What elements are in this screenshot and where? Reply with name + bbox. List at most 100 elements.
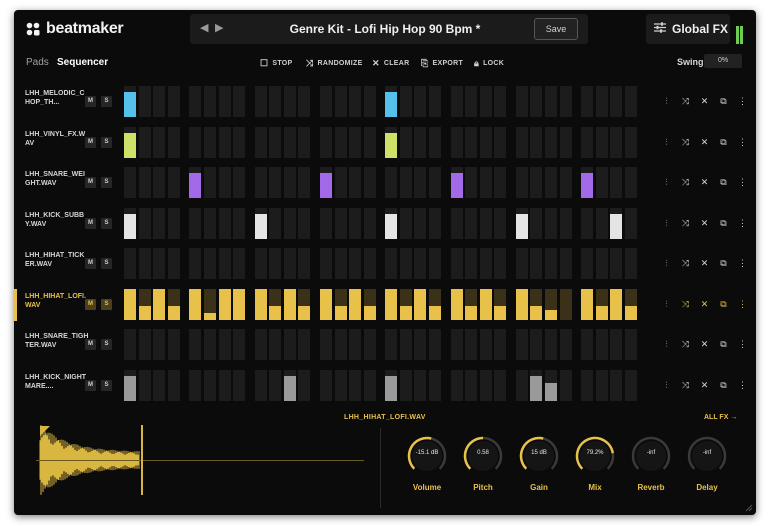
sequencer-step[interactable] [465,86,478,117]
sequencer-step[interactable] [559,248,572,279]
sequencer-step[interactable] [218,248,231,279]
close-icon[interactable]: ✕ [695,137,714,148]
sequencer-step[interactable] [624,207,637,239]
sequencer-step[interactable] [218,288,231,320]
bars-icon[interactable]: ⫶ [657,177,676,188]
sequencer-step[interactable] [479,126,492,158]
more-icon[interactable]: ⋮ [733,96,752,107]
sequencer-step[interactable] [363,329,376,360]
sequencer-step[interactable] [450,329,463,360]
sequencer-step[interactable] [545,288,557,320]
sequencer-step[interactable] [479,86,492,117]
global-fx-button[interactable]: Global FX [646,14,730,44]
sequencer-step[interactable] [385,329,398,360]
sequencer-step[interactable] [269,126,282,158]
mute-button[interactable]: M [85,379,96,391]
track-name[interactable]: LHH_MELODIC_CHOP_TH... [25,89,89,107]
sequencer-step[interactable] [167,207,180,239]
sequencer-step[interactable] [138,86,151,117]
sequencer-step[interactable] [334,86,347,117]
close-icon[interactable]: ✕ [695,339,714,350]
shuffle-icon[interactable]: ⤨ [676,218,695,229]
sequencer-step[interactable] [624,329,637,360]
sequencer-step[interactable] [319,86,332,117]
sequencer-step[interactable] [319,207,332,239]
close-icon[interactable]: ✕ [695,218,714,229]
sequencer-step[interactable] [138,207,151,239]
sequencer-step[interactable] [218,126,231,158]
sequencer-step[interactable] [595,329,608,360]
sample-waveform[interactable] [36,420,364,500]
track-name[interactable]: LHH_HIHAT_TICKER.WAV [25,251,89,269]
more-icon[interactable]: ⋮ [733,380,752,391]
sequencer-step[interactable] [203,207,216,239]
sequencer-step[interactable] [385,167,398,198]
randomize-button[interactable]: ⤨ RANDOMIZE [306,58,363,69]
sequencer-step[interactable] [203,248,216,279]
sequencer-step[interactable] [218,369,231,401]
sequencer-step[interactable] [385,369,398,401]
sequencer-step[interactable] [167,126,180,158]
sequencer-step[interactable] [624,369,637,401]
sequencer-step[interactable] [465,288,478,320]
track-name[interactable]: LHH_KICK_SUBBY.WAV [25,211,89,229]
sequencer-step[interactable] [515,126,528,158]
sequencer-step[interactable] [414,207,427,239]
sample-end-marker[interactable] [141,425,143,495]
sequencer-step[interactable] [319,248,332,279]
sequencer-step[interactable] [269,167,282,198]
sequencer-step[interactable] [494,207,507,239]
previous-preset-button[interactable]: ◀ [200,21,208,34]
sequencer-step[interactable] [254,329,267,360]
sequencer-step[interactable] [465,369,478,401]
all-fx-link[interactable]: ALL FX → [704,414,737,421]
sequencer-step[interactable] [530,207,543,239]
sequencer-step[interactable] [363,369,376,401]
sequencer-step[interactable] [203,288,216,320]
sequencer-step[interactable] [319,126,332,158]
sequencer-step[interactable] [298,329,311,360]
sequencer-step[interactable] [624,288,637,320]
sequencer-step[interactable] [399,167,412,198]
copy-icon[interactable]: ⧉ [714,96,733,107]
sequencer-step[interactable] [545,167,557,198]
tab-sequencer[interactable]: Sequencer [57,57,108,68]
sequencer-step[interactable] [189,86,202,117]
sequencer-step[interactable] [429,167,441,198]
sequencer-step[interactable] [124,207,136,239]
sequencer-step[interactable] [319,369,332,401]
sequencer-step[interactable] [189,248,202,279]
sequencer-step[interactable] [189,288,202,320]
sequencer-step[interactable] [581,86,594,117]
solo-button[interactable]: S [101,177,112,188]
sequencer-step[interactable] [334,207,347,239]
sequencer-step[interactable] [399,329,412,360]
sequencer-step[interactable] [153,86,166,117]
sequencer-step[interactable] [153,126,166,158]
copy-icon[interactable]: ⧉ [714,299,733,310]
sequencer-step[interactable] [124,167,136,198]
bars-icon[interactable]: ⫶ [657,258,676,269]
fx-knob-gain[interactable]: 15 dB Gain [518,435,564,492]
shuffle-icon[interactable]: ⤨ [676,339,695,350]
sequencer-step[interactable] [429,248,441,279]
more-icon[interactable]: ⋮ [733,177,752,188]
sequencer-step[interactable] [494,369,507,401]
sequencer-step[interactable] [254,126,267,158]
sequencer-step[interactable] [298,248,311,279]
solo-button[interactable]: S [101,136,112,148]
sequencer-step[interactable] [429,288,441,320]
sequencer-step[interactable] [545,86,557,117]
sequencer-step[interactable] [283,329,296,360]
track-name[interactable]: LHH_VINYL_FX.WAV [25,130,89,148]
sequencer-step[interactable] [450,86,463,117]
sequencer-step[interactable] [515,288,528,320]
sequencer-step[interactable] [414,167,427,198]
sequencer-step[interactable] [494,126,507,158]
sequencer-step[interactable] [494,288,507,320]
sequencer-step[interactable] [559,329,572,360]
sequencer-step[interactable] [298,369,311,401]
shuffle-icon[interactable]: ⤨ [676,258,695,269]
sequencer-step[interactable] [283,369,296,401]
sequencer-step[interactable] [595,288,608,320]
